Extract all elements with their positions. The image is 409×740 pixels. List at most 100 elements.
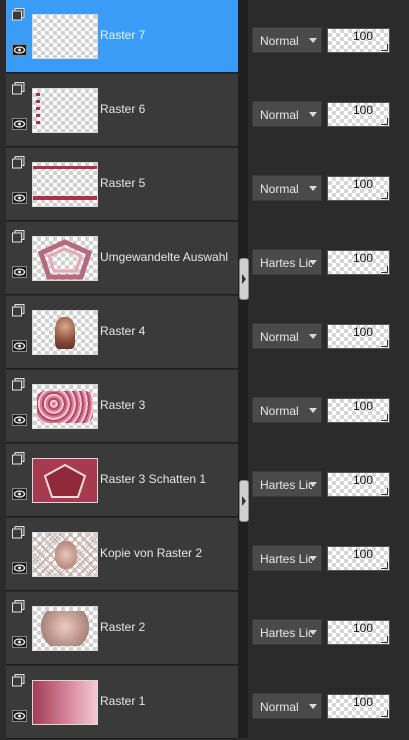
chevron-down-icon [309, 482, 317, 487]
resize-grip-icon [381, 710, 388, 717]
raster-layer-icon [12, 378, 25, 391]
blend-mode-dropdown[interactable]: Normal [252, 101, 322, 127]
opacity-value: 100 [352, 325, 373, 339]
opacity-value: 100 [352, 621, 373, 635]
opacity-field[interactable]: 100 [327, 546, 390, 571]
blend-mode-dropdown[interactable]: Normal [252, 323, 322, 349]
opacity-field[interactable]: 100 [327, 250, 390, 275]
layer-row[interactable]: Raster 3 Schatten 1 Hartes Licht 100 [0, 444, 409, 518]
resize-grip-icon [381, 340, 388, 347]
layer-item[interactable]: Raster 6 [6, 74, 238, 147]
raster-layer-icon [12, 600, 25, 613]
group-expand-handle[interactable] [239, 480, 249, 522]
blend-mode-label: Normal [260, 34, 299, 48]
blend-mode-dropdown[interactable]: Hartes Licht [252, 249, 322, 275]
raster-layer-icon [12, 452, 25, 465]
opacity-field[interactable]: 100 [327, 324, 390, 349]
layer-thumbnail[interactable] [32, 14, 98, 59]
blend-mode-dropdown[interactable]: Hartes Licht [252, 471, 322, 497]
layer-name[interactable]: Raster 4 [100, 324, 145, 338]
layer-item[interactable]: Raster 2 [6, 592, 238, 665]
panel-divider[interactable] [238, 0, 248, 738]
blend-mode-dropdown[interactable]: Normal [252, 175, 322, 201]
opacity-value: 100 [352, 251, 373, 265]
opacity-field[interactable]: 100 [327, 176, 390, 201]
resize-grip-icon [381, 118, 388, 125]
blend-mode-label: Normal [260, 404, 299, 418]
layer-thumbnail[interactable] [32, 680, 98, 725]
layer-thumbnail[interactable] [32, 384, 98, 429]
layer-row[interactable]: Umgewandelte Auswahl Hartes Licht 100 [0, 222, 409, 296]
resize-grip-icon [381, 192, 388, 199]
layer-thumbnail[interactable] [32, 162, 98, 207]
layer-row[interactable]: Raster 6 Normal 100 [0, 74, 409, 148]
opacity-field[interactable]: 100 [327, 620, 390, 645]
layer-row[interactable]: Raster 4 Normal 100 [0, 296, 409, 370]
raster-layer-icon [12, 674, 25, 687]
layer-name[interactable]: Raster 1 [100, 694, 145, 708]
raster-layer-icon [12, 304, 25, 317]
layer-item[interactable]: Raster 3 [6, 370, 238, 443]
layer-row[interactable]: Raster 2 Hartes Licht 100 [0, 592, 409, 666]
layer-name[interactable]: Raster 3 [100, 398, 145, 412]
layer-name[interactable]: Raster 7 [100, 28, 145, 42]
eye-icon[interactable] [12, 44, 27, 56]
eye-icon[interactable] [12, 414, 27, 426]
layer-row[interactable]: Raster 5 Normal 100 [0, 148, 409, 222]
layer-name[interactable]: Umgewandelte Auswahl [100, 250, 228, 264]
chevron-down-icon [309, 260, 317, 265]
chevron-down-icon [309, 556, 317, 561]
layer-item[interactable]: Kopie von Raster 2 [6, 518, 238, 591]
group-expand-handle[interactable] [239, 258, 249, 300]
opacity-field[interactable]: 100 [327, 102, 390, 127]
blend-mode-dropdown[interactable]: Normal [252, 693, 322, 719]
blend-mode-dropdown[interactable]: Normal [252, 397, 322, 423]
blend-mode-label: Normal [260, 700, 299, 714]
blend-mode-label: Hartes Licht [260, 256, 312, 270]
layer-thumbnail[interactable] [32, 606, 98, 651]
layer-name[interactable]: Raster 6 [100, 102, 145, 116]
eye-icon[interactable] [12, 488, 27, 500]
layer-thumbnail[interactable] [32, 88, 98, 133]
chevron-down-icon [309, 704, 317, 709]
layer-name[interactable]: Kopie von Raster 2 [100, 546, 202, 560]
blend-mode-dropdown[interactable]: Hartes Licht [252, 545, 322, 571]
layer-thumbnail[interactable] [32, 532, 98, 577]
eye-icon[interactable] [12, 710, 27, 722]
layer-item[interactable]: Raster 3 Schatten 1 [6, 444, 238, 517]
opacity-field[interactable]: 100 [327, 472, 390, 497]
opacity-value: 100 [352, 695, 373, 709]
opacity-field[interactable]: 100 [327, 694, 390, 719]
layer-thumbnail[interactable] [32, 236, 98, 281]
layer-name[interactable]: Raster 2 [100, 620, 145, 634]
layer-item[interactable]: Raster 1 [6, 666, 238, 739]
layer-row[interactable]: Kopie von Raster 2 Hartes Licht 100 [0, 518, 409, 592]
eye-icon[interactable] [12, 636, 27, 648]
eye-icon[interactable] [12, 340, 27, 352]
opacity-field[interactable]: 100 [327, 398, 390, 423]
layer-name[interactable]: Raster 3 Schatten 1 [100, 472, 206, 486]
blend-mode-dropdown[interactable]: Hartes Licht [252, 619, 322, 645]
eye-icon[interactable] [12, 562, 27, 574]
layer-thumbnail[interactable] [32, 458, 98, 503]
layer-item[interactable]: Raster 5 [6, 148, 238, 221]
chevron-down-icon [309, 38, 317, 43]
opacity-value: 100 [352, 177, 373, 191]
opacity-field[interactable]: 100 [327, 28, 390, 53]
layer-row[interactable]: Raster 7 Normal 100 [0, 0, 409, 74]
layer-name[interactable]: Raster 5 [100, 176, 145, 190]
eye-icon[interactable] [12, 118, 27, 130]
layer-thumbnail[interactable] [32, 310, 98, 355]
layer-item[interactable]: Raster 4 [6, 296, 238, 369]
blend-mode-dropdown[interactable]: Normal [252, 27, 322, 53]
eye-icon[interactable] [12, 266, 27, 278]
layer-item[interactable]: Raster 7 [6, 0, 238, 73]
opacity-value: 100 [352, 547, 373, 561]
layer-row[interactable]: Raster 3 Normal 100 [0, 370, 409, 444]
eye-icon[interactable] [12, 192, 27, 204]
layer-item[interactable]: Umgewandelte Auswahl [6, 222, 238, 295]
layer-row[interactable]: Raster 1 Normal 100 [0, 666, 409, 740]
raster-layer-icon [12, 526, 25, 539]
raster-layer-icon [12, 230, 25, 243]
blend-mode-label: Normal [260, 330, 299, 344]
